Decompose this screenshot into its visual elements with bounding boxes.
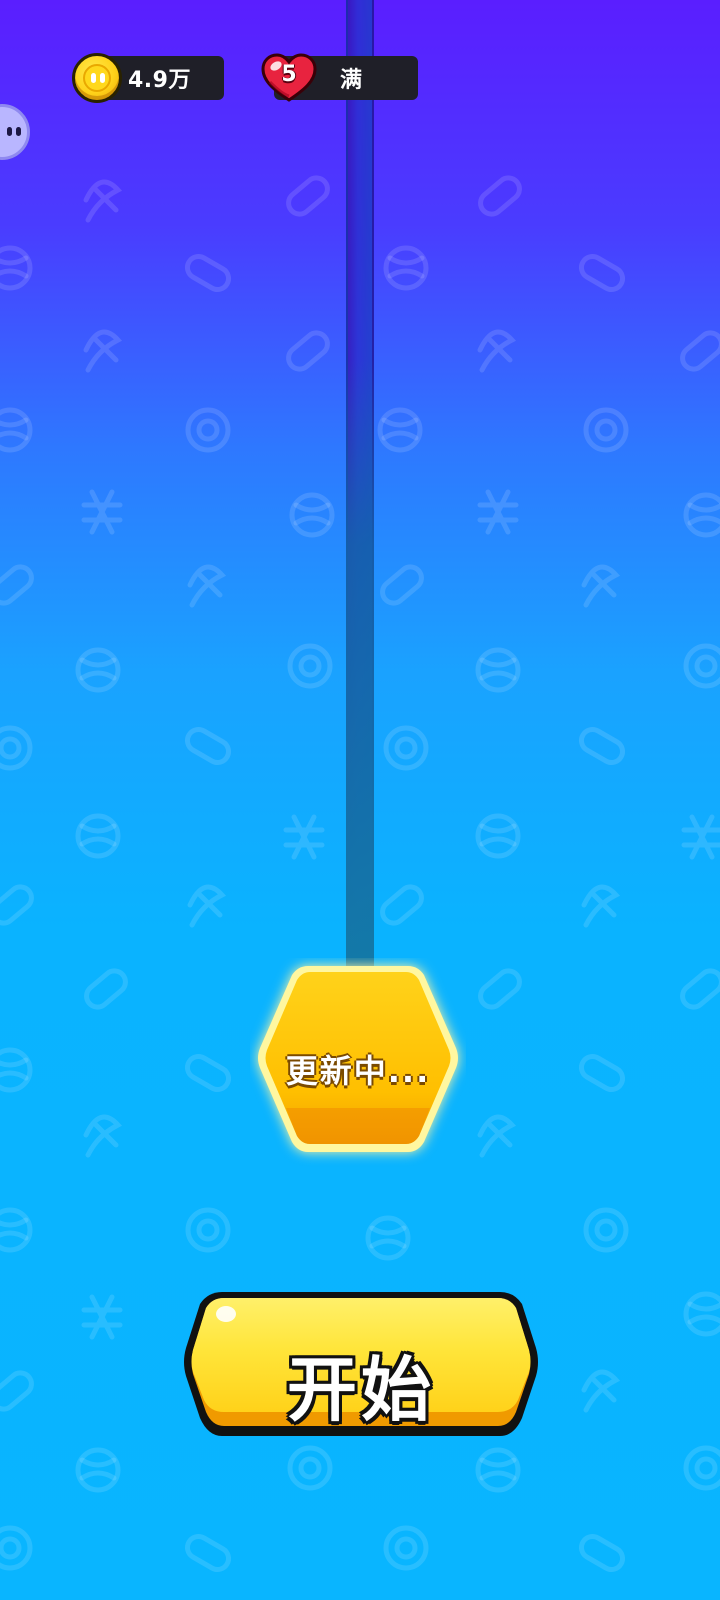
level-badge-label: 更新中...: [285, 1052, 431, 1090]
game-screen: 4.9万 满 5 更新中... 开始: [0, 0, 720, 1600]
coin-icon: [72, 53, 122, 103]
lives-count: 5: [281, 62, 297, 87]
rope-shade: [346, 360, 374, 975]
coin-amount: 4.9万: [128, 68, 191, 93]
ghost-face-icon[interactable]: [0, 104, 30, 160]
start-button[interactable]: [182, 1288, 540, 1442]
lives-status: 满: [340, 68, 363, 93]
